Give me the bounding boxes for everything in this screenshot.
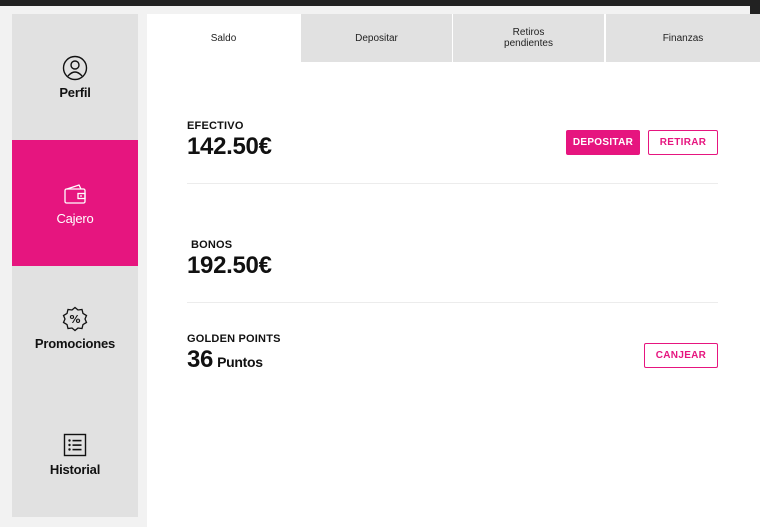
golden-points-label: GOLDEN POINTS: [187, 333, 281, 345]
sidebar: Perfil Cajero % Promociones Historial: [12, 14, 138, 517]
tab-depositar[interactable]: Depositar: [301, 14, 452, 62]
top-bar: [0, 0, 760, 20]
tab-label: Finanzas: [662, 32, 704, 44]
tab-retiros-pendientes[interactable]: Retiros pendientes: [453, 14, 604, 62]
tab-bar: Saldo Depositar Retiros pendientes Finan…: [147, 14, 760, 62]
percent-badge-icon: %: [62, 306, 88, 332]
golden-points-unit: Puntos: [217, 354, 263, 370]
deposit-button[interactable]: DEPOSITAR: [566, 130, 640, 155]
bonus-label: BONOS: [191, 239, 233, 251]
tab-label: Saldo: [210, 32, 237, 44]
wallet-icon: [62, 181, 88, 207]
tab-label: Depositar: [355, 32, 398, 44]
main-panel: Saldo Depositar Retiros pendientes Finan…: [147, 14, 760, 527]
sidebar-item-promociones[interactable]: % Promociones: [12, 265, 138, 391]
sidebar-item-cajero[interactable]: Cajero: [12, 140, 138, 266]
tab-saldo[interactable]: Saldo: [147, 14, 300, 62]
sidebar-item-label: Perfil: [59, 84, 91, 100]
bonus-balance: BONOS 192.50€: [187, 239, 718, 280]
sidebar-item-label: Historial: [49, 461, 101, 477]
svg-text:%: %: [69, 313, 80, 326]
tab-finanzas[interactable]: Finanzas: [606, 14, 760, 62]
divider: [187, 183, 718, 184]
redeem-button[interactable]: CANJEAR: [644, 343, 718, 368]
divider: [187, 302, 718, 303]
sidebar-item-perfil[interactable]: Perfil: [12, 14, 138, 140]
sidebar-item-label: Cajero: [56, 210, 94, 226]
user-circle-icon: [62, 55, 88, 81]
bonus-value: 192.50€: [187, 252, 272, 279]
withdraw-button[interactable]: RETIRAR: [648, 130, 718, 155]
sidebar-item-historial[interactable]: Historial: [12, 391, 138, 517]
list-icon: [62, 432, 88, 458]
tab-label: Retiros pendientes: [504, 27, 553, 49]
golden-points-balance: GOLDEN POINTS 36 Puntos: [187, 333, 718, 374]
golden-points-value: 36: [187, 346, 214, 373]
sidebar-item-label: Promociones: [34, 335, 116, 351]
